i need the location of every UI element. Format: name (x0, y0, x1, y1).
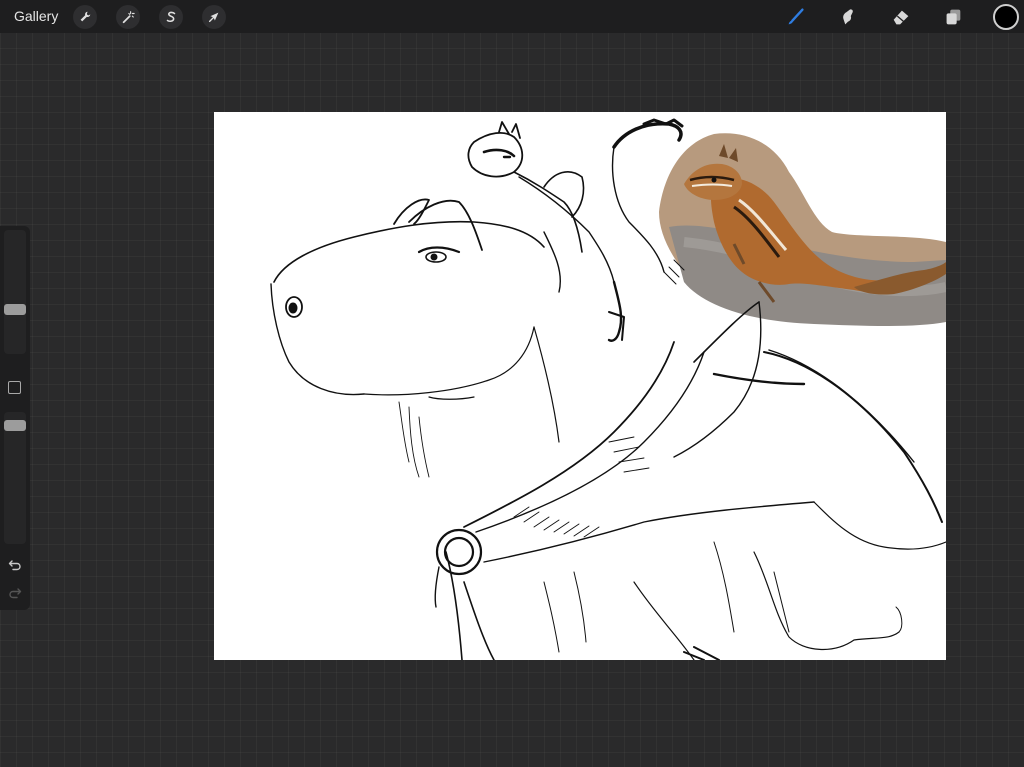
selection-s-icon (166, 11, 176, 23)
wrench-icon (80, 11, 91, 22)
smudge-tool-button[interactable] (835, 4, 861, 30)
opacity-slider[interactable] (4, 412, 26, 544)
magic-wand-icon (122, 11, 135, 24)
top-toolbar: Gallery (0, 0, 1024, 33)
layers-icon (946, 9, 961, 25)
brush-size-thumb[interactable] (4, 304, 26, 315)
brush-size-slider[interactable] (4, 230, 26, 354)
opacity-thumb[interactable] (4, 420, 26, 431)
smudge-icon (843, 9, 853, 25)
gallery-button[interactable]: Gallery (14, 8, 58, 24)
drawing-canvas[interactable] (214, 112, 946, 660)
arrow-cursor-icon (208, 12, 219, 23)
adjustments-button[interactable] (116, 5, 140, 29)
eraser-icon (893, 10, 909, 25)
redo-button[interactable] (6, 584, 24, 602)
transform-button[interactable] (202, 5, 226, 29)
actions-button[interactable] (73, 5, 97, 29)
chipmunk-reference-photo (659, 133, 946, 326)
undo-icon (8, 560, 21, 571)
sketch-strokes (270, 118, 946, 660)
modify-button[interactable] (8, 381, 21, 394)
undo-button[interactable] (6, 556, 24, 574)
brush-tool-button[interactable] (783, 4, 809, 30)
selection-button[interactable] (159, 5, 183, 29)
redo-icon (9, 588, 22, 599)
eraser-tool-button[interactable] (888, 4, 914, 30)
brush-icon (788, 8, 804, 25)
color-picker-button[interactable] (993, 4, 1019, 30)
layers-tool-button[interactable] (940, 4, 966, 30)
left-sidebar (0, 226, 30, 610)
capybara-sketch-artwork (270, 118, 946, 660)
